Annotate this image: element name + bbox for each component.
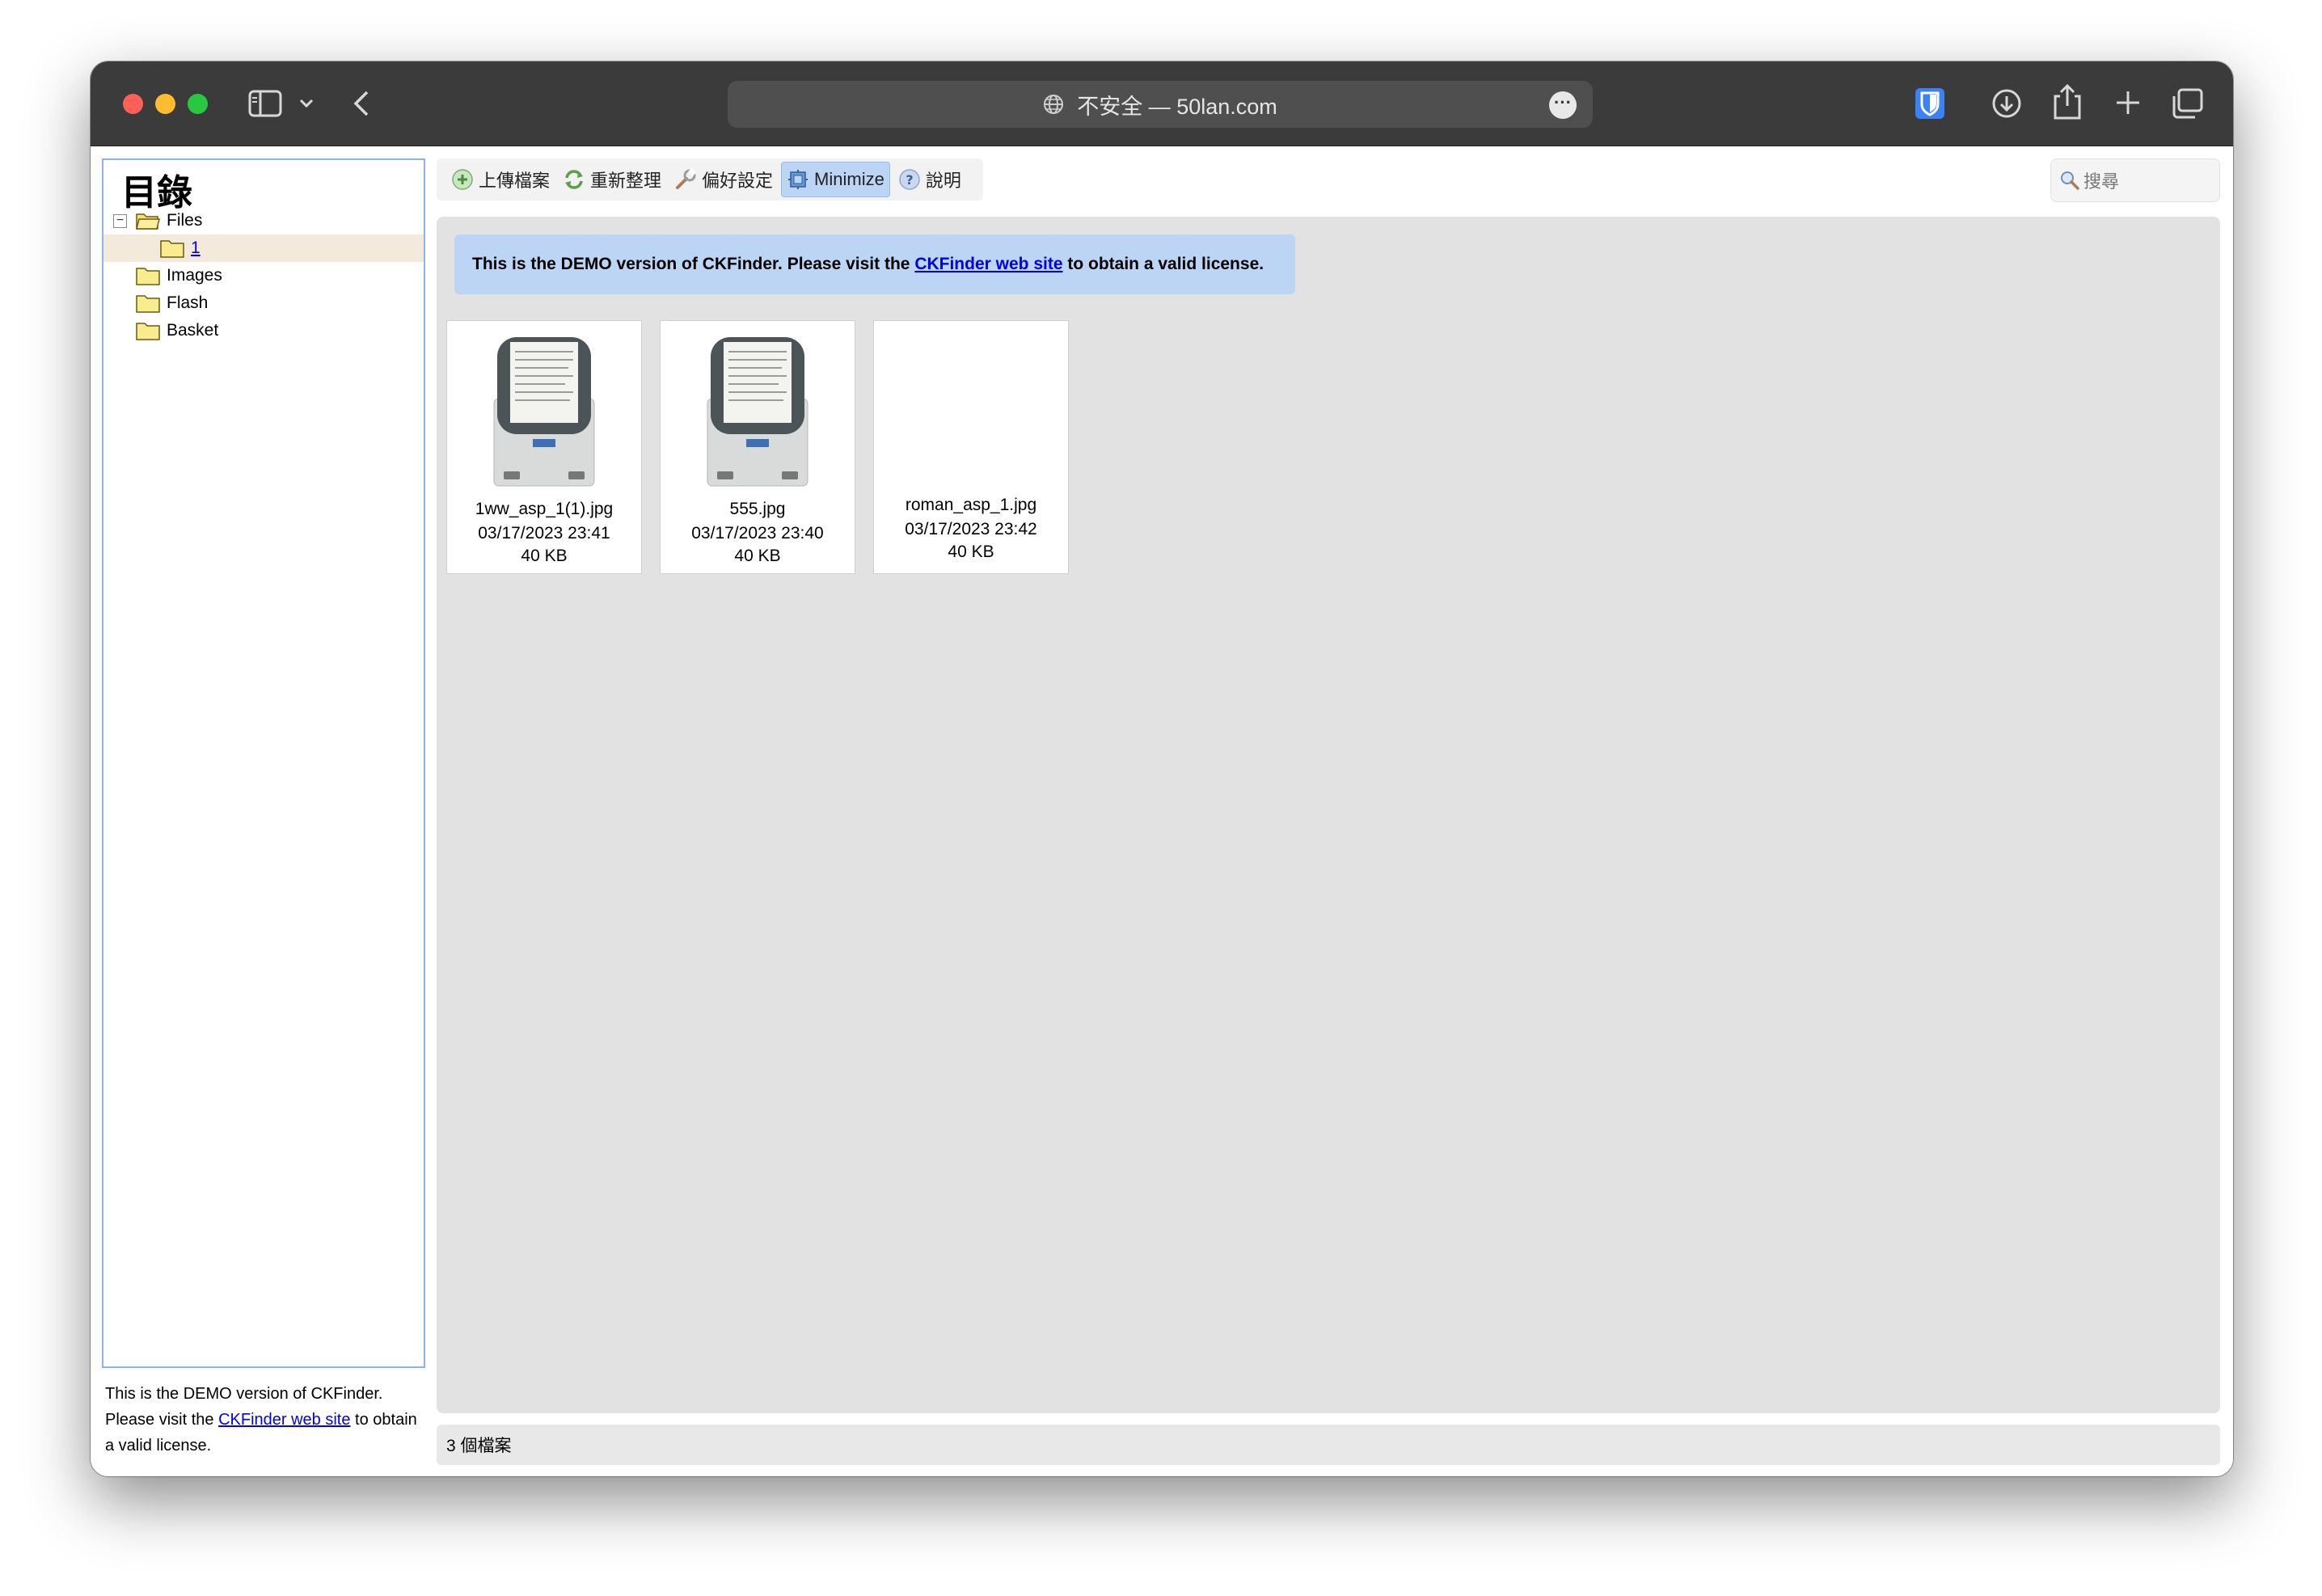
address-bar[interactable]: 不安全 — 50lan.com ··· — [728, 81, 1593, 128]
search-input[interactable]: 搜尋 — [2050, 158, 2220, 202]
globe-icon — [1044, 95, 1064, 114]
tab-overview-icon[interactable] — [2170, 87, 2204, 120]
settings-label: 偏好設定 — [702, 171, 774, 191]
file-item[interactable]: 555.jpg 03/17/2023 23:40 40 KB — [660, 320, 855, 574]
file-date: 03/17/2023 23:40 — [691, 524, 824, 543]
help-icon: ? — [899, 169, 920, 190]
refresh-label: 重新整理 — [590, 171, 662, 191]
folder-icon — [160, 240, 184, 258]
bitwarden-extension-icon[interactable] — [1914, 86, 1946, 121]
close-window-button[interactable] — [123, 94, 143, 114]
file-item[interactable]: roman_asp_1.jpg 03/17/2023 23:42 40 KB — [873, 320, 1069, 574]
banner-text: to obtain a valid license. — [1062, 255, 1264, 273]
tree-item-flash[interactable]: Flash — [103, 289, 424, 317]
url-text: 不安全 — 50lan.com — [1077, 94, 1277, 119]
file-name: 1ww_asp_1(1).jpg — [475, 500, 614, 518]
refresh-icon — [565, 170, 584, 189]
demo-notice-banner: This is the DEMO version of CKFinder. Pl… — [454, 234, 1295, 294]
minimize-button[interactable]: Minimize — [781, 162, 890, 197]
tree-item-1[interactable]: 1 — [103, 234, 424, 262]
share-icon[interactable] — [2051, 82, 2083, 121]
minimize-window-button[interactable] — [155, 94, 175, 114]
new-tab-icon[interactable] — [2112, 86, 2144, 120]
banner-text: This is the DEMO version of CKFinder. Pl… — [472, 255, 915, 273]
folder-open-icon — [136, 213, 160, 230]
empty-thumbnail — [914, 334, 1028, 491]
page-content: 目錄 − Files 1 Images Flash Basket This is… — [91, 147, 2233, 1476]
tree-item-label: Files — [167, 211, 203, 230]
upload-label: 上傳檔案 — [479, 171, 551, 191]
ckfinder-link[interactable]: CKFinder web site — [218, 1411, 350, 1429]
tree-item-label: Basket — [167, 321, 219, 340]
tree-item-label: Flash — [167, 293, 209, 312]
search-icon — [2061, 171, 2079, 190]
tree-item-files[interactable]: − Files — [103, 207, 424, 234]
file-date: 03/17/2023 23:41 — [478, 524, 610, 543]
tree-item-basket[interactable]: Basket — [103, 317, 424, 344]
folder-icon — [136, 323, 160, 340]
tree-item-label: Images — [167, 266, 222, 285]
fullscreen-window-button[interactable] — [188, 94, 208, 114]
refresh-button[interactable]: 重新整理 — [558, 162, 666, 197]
help-button[interactable]: ? 說明 — [893, 162, 966, 197]
file-size: 40 KB — [734, 547, 781, 565]
wrench-icon — [676, 168, 696, 189]
help-label: 說明 — [925, 171, 961, 191]
file-size: 40 KB — [521, 547, 568, 565]
folder-panel: 目錄 − Files 1 Images Flash Basket — [102, 158, 425, 1368]
collapse-icon[interactable]: − — [113, 213, 127, 228]
chevron-down-icon[interactable] — [294, 90, 319, 117]
printer-thumbnail — [707, 337, 808, 487]
printer-thumbnail — [493, 337, 595, 487]
file-item[interactable]: 1ww_asp_1(1).jpg 03/17/2023 23:41 40 KB — [446, 320, 642, 574]
tree-item-images[interactable]: Images — [103, 262, 424, 289]
files-pane: This is the DEMO version of CKFinder. Pl… — [437, 217, 2220, 1413]
folder-icon — [136, 295, 160, 313]
svg-text:?: ? — [906, 172, 913, 188]
minimize-label: Minimize — [814, 169, 884, 189]
folder-icon — [136, 268, 160, 285]
download-icon[interactable] — [1991, 87, 2023, 120]
upload-button[interactable]: 上傳檔案 — [446, 162, 555, 197]
status-bar: 3 個檔案 — [437, 1425, 2220, 1465]
more-options-icon[interactable]: ··· — [1549, 91, 1577, 119]
demo-notice-sidebar: This is the DEMO version of CKFinder. Pl… — [102, 1379, 424, 1467]
minimize-icon — [788, 170, 808, 189]
add-icon — [452, 169, 473, 190]
settings-button[interactable]: 偏好設定 — [669, 162, 778, 197]
file-size: 40 KB — [948, 543, 994, 561]
back-button[interactable] — [348, 86, 375, 121]
ckfinder-link[interactable]: CKFinder web site — [914, 255, 1062, 273]
tree-item-label[interactable]: 1 — [191, 239, 201, 258]
browser-window: 不安全 — 50lan.com ··· 目錄 − Files 1 Images … — [91, 61, 2233, 1476]
file-count: 3 個檔案 — [446, 1437, 512, 1455]
search-placeholder: 搜尋 — [2083, 171, 2120, 192]
sidebar-toggle-icon[interactable] — [248, 88, 282, 119]
file-name: 555.jpg — [729, 500, 786, 518]
file-name: roman_asp_1.jpg — [905, 496, 1037, 514]
file-date: 03/17/2023 23:42 — [905, 520, 1037, 538]
browser-titlebar: 不安全 — 50lan.com ··· — [91, 61, 2233, 146]
toolbar: 上傳檔案 重新整理 偏好設定 Minimize ? 說明 — [437, 158, 983, 201]
